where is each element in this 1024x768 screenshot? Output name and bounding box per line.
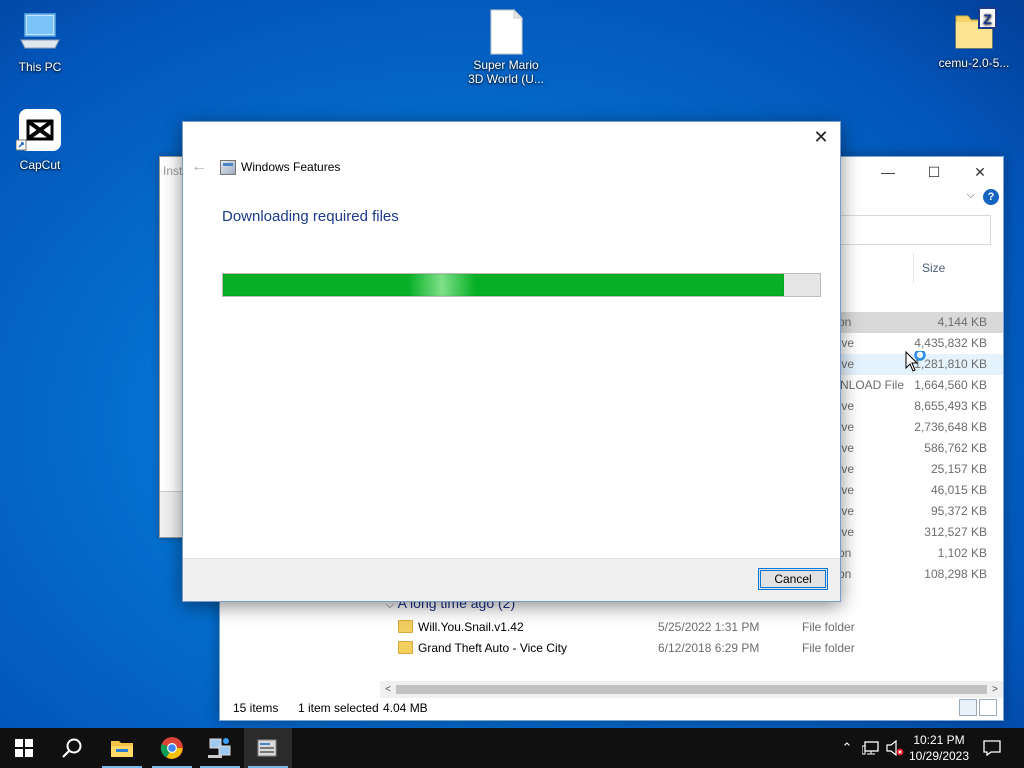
minimize-button[interactable]: ― xyxy=(865,157,911,187)
this-pc-icon xyxy=(16,10,64,58)
action-center-button[interactable] xyxy=(978,728,1006,768)
dialog-footer: Cancel xyxy=(183,558,840,601)
clock-date: 10/29/2023 xyxy=(908,749,970,763)
taskbar-network-setup[interactable] xyxy=(196,728,244,768)
start-button[interactable] xyxy=(0,728,48,768)
document-icon xyxy=(482,8,530,56)
scrollbar-thumb[interactable] xyxy=(396,685,987,694)
desktop-icon-label: Super Mario 3D World (U... xyxy=(468,58,544,86)
status-bar: 15 items 1 item selected 4.04 MB xyxy=(220,696,1003,720)
desktop-icon-this-pc[interactable]: This PC xyxy=(0,10,80,74)
taskbar-chrome[interactable] xyxy=(148,728,196,768)
taskbar: ⌃ 10:21 PM 10/29/2023 xyxy=(0,728,1024,768)
dialog-title: Windows Features xyxy=(241,160,341,174)
network-icon xyxy=(862,741,879,755)
desktop-icon-label: CapCut xyxy=(19,158,61,172)
page-heading: Downloading required files xyxy=(222,208,399,225)
windows-logo-icon xyxy=(15,739,33,757)
network-tray-icon[interactable] xyxy=(860,728,882,768)
windows-features-dialog[interactable]: ✕ ← Windows Features Downloading require… xyxy=(182,121,841,602)
status-size: 4.04 MB xyxy=(383,701,428,715)
column-header-size[interactable]: Size xyxy=(922,261,945,275)
desktop-icon-cemu[interactable]: Z cemu-2.0-5... xyxy=(934,6,1014,70)
large-icons-view-icon[interactable] xyxy=(979,699,997,716)
cancel-button[interactable]: Cancel xyxy=(758,568,828,590)
chevron-down-icon[interactable]: ⌵ xyxy=(967,189,975,202)
desktop-icon-label: cemu-2.0-5... xyxy=(938,56,1010,70)
help-icon[interactable]: ? xyxy=(983,189,999,205)
status-item-count: 15 items xyxy=(233,701,279,715)
download-progress-bar xyxy=(222,273,821,297)
details-view-icon[interactable] xyxy=(959,699,977,716)
window-caption-buttons: ― ☐ ✕ xyxy=(865,157,1003,187)
volume-tray-icon[interactable] xyxy=(884,728,906,768)
notification-icon xyxy=(983,740,1001,756)
folder-icon xyxy=(398,641,413,654)
close-button[interactable]: ✕ xyxy=(957,157,1003,187)
capcut-icon xyxy=(15,108,64,156)
clock-time: 10:21 PM xyxy=(913,733,965,747)
taskbar-file-explorer[interactable] xyxy=(98,728,146,768)
folder-icon xyxy=(398,620,413,633)
back-arrow-icon[interactable]: ← xyxy=(191,158,207,176)
list-item[interactable]: Will.You.Snail.v1.42 5/25/2022 1:31 PM F… xyxy=(398,617,988,638)
column-separator[interactable] xyxy=(913,253,914,283)
show-hidden-icons-button[interactable]: ⌃ xyxy=(838,728,856,768)
status-selected: 1 item selected xyxy=(298,701,379,715)
list-item[interactable]: Grand Theft Auto - Vice City 6/12/2018 6… xyxy=(398,638,988,659)
speaker-muted-icon xyxy=(886,740,904,756)
desktop-icon-super-mario[interactable]: Super Mario 3D World (U... xyxy=(466,8,546,86)
progress-fill xyxy=(223,274,785,296)
desktop-icon-capcut[interactable]: CapCut xyxy=(0,108,80,172)
windows-features-icon xyxy=(257,739,277,757)
taskbar-clock[interactable]: 10:21 PM 10/29/2023 xyxy=(908,732,970,764)
svg-text:Z: Z xyxy=(983,11,992,27)
network-computer-icon xyxy=(208,738,231,758)
close-icon[interactable]: ✕ xyxy=(810,126,832,148)
chrome-icon xyxy=(160,737,183,759)
search-icon xyxy=(62,738,82,758)
busy-cursor-icon xyxy=(905,351,926,372)
taskbar-windows-features[interactable] xyxy=(244,728,292,768)
maximize-button[interactable]: ☐ xyxy=(911,157,957,187)
zip-folder-icon: Z xyxy=(950,6,998,54)
view-toggle xyxy=(959,699,997,716)
search-button[interactable] xyxy=(48,728,96,768)
file-explorer-icon xyxy=(111,741,133,757)
windows-features-icon xyxy=(220,160,236,175)
desktop-icon-label: This PC xyxy=(18,60,62,74)
